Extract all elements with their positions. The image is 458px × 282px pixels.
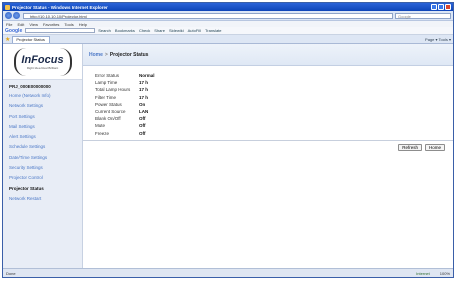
status-value: 17 h: [139, 80, 149, 86]
status-label: Lamp Time: [95, 80, 118, 86]
brand-tagline: Right Idea Real Brilliant: [26, 65, 59, 70]
logo-area: InFocus Right Idea Real Brilliant: [3, 44, 82, 80]
sidebar-item-projector-control[interactable]: Projector Control: [9, 173, 82, 183]
sidebar-item-port-settings[interactable]: Port Settings: [9, 112, 82, 122]
favorites-star-icon[interactable]: ★: [5, 36, 10, 43]
url-input[interactable]: http://10.10.10.10/Projector.html: [23, 12, 393, 19]
sidebar-item-home[interactable]: Home (Network Info): [9, 91, 82, 101]
security-zone: Internet: [416, 270, 430, 276]
toolbar-item-sidewiki[interactable]: Sidewiki: [169, 28, 184, 33]
status-label: Error Status: [95, 73, 120, 79]
back-icon[interactable]: [5, 12, 12, 19]
sidebar-item-alert-settings[interactable]: Alert Settings: [9, 132, 82, 142]
table-row: Freeze Off: [95, 130, 155, 137]
search-input[interactable]: Google: [395, 12, 451, 19]
minimize-button[interactable]: [431, 4, 437, 10]
divider: [83, 140, 453, 141]
zoom-level[interactable]: 100%: [440, 271, 450, 276]
sidebar-item-schedule-settings[interactable]: Schedule Settings: [9, 142, 82, 152]
toolbar-item-share[interactable]: Share: [154, 28, 165, 33]
status-label: Freeze: [95, 130, 110, 136]
forward-icon[interactable]: [13, 12, 20, 19]
table-row: Blank On/Off Off: [95, 115, 155, 122]
status-value: LAN: [139, 109, 149, 115]
toolbar-item-bookmarks[interactable]: Bookmarks: [115, 28, 135, 33]
sidebar-item-security-settings[interactable]: Security Settings: [9, 163, 82, 173]
page-title: Projector Status: [109, 51, 149, 58]
page-tools-menu[interactable]: Page ▾ Tools ▾: [425, 37, 451, 42]
status-table: Error Status Normal Lamp Time 17 h Total L…: [95, 72, 155, 137]
menu-help[interactable]: Help: [79, 22, 87, 27]
menu-tools[interactable]: Tools: [64, 22, 73, 27]
sidebar-item-network-restart[interactable]: Network Restart: [9, 194, 82, 204]
sidebar-item-network-settings[interactable]: Network Settings: [9, 101, 82, 111]
close-button[interactable]: [445, 4, 451, 10]
sidebar-item-mail-settings[interactable]: Mail Settings: [9, 122, 82, 132]
toolbar-item-translate[interactable]: Translate: [205, 28, 222, 33]
table-row: Total Lamp Hours 17 h: [95, 86, 155, 93]
refresh-button[interactable]: Refresh: [398, 144, 422, 151]
page-content: InFocus Right Idea Real Brilliant PRJ_00…: [3, 44, 453, 270]
address-bar: http://10.10.10.10/Projector.html Google: [3, 11, 453, 21]
status-value: On: [139, 101, 146, 107]
status-value: Off: [139, 130, 146, 136]
status-text: Done: [6, 270, 16, 276]
infocus-logo: InFocus Right Idea Real Brilliant: [13, 47, 72, 76]
table-row: Lamp Time 17 h: [95, 79, 155, 86]
google-toolbar: Google Search Bookmarks Check Share Side…: [3, 27, 453, 35]
home-button[interactable]: Home: [424, 144, 445, 151]
breadcrumb-separator: >: [104, 51, 108, 58]
status-label: Filter Time: [95, 94, 117, 100]
action-buttons: Refresh Home: [395, 144, 445, 151]
toolbar-item-autofill[interactable]: AutoFill: [188, 28, 201, 33]
sidebar: InFocus Right Idea Real Brilliant PRJ_00…: [3, 44, 83, 270]
menu-view[interactable]: View: [29, 22, 38, 27]
breadcrumb: Home > Projector Status: [83, 44, 453, 66]
title-bar: Projector Status - Windows Internet Expl…: [3, 3, 453, 11]
tab-bar: ★ Projector Status Page ▾ Tools ▾: [3, 35, 453, 44]
menu-edit[interactable]: Edit: [17, 22, 24, 27]
device-id: PRJ_000E00000000: [9, 84, 51, 89]
table-row: Filter Time 17 h: [95, 94, 155, 101]
google-search-input[interactable]: [25, 28, 96, 33]
breadcrumb-home-link[interactable]: Home: [89, 52, 103, 58]
ie-icon: [5, 4, 10, 10]
table-row: Error Status Normal: [95, 72, 155, 79]
menu-file[interactable]: File: [6, 22, 12, 27]
sidebar-item-datetime-settings[interactable]: Date/Time Settings: [9, 153, 82, 163]
menu-favorites[interactable]: Favorites: [43, 22, 59, 27]
status-label: Mute: [95, 123, 106, 129]
status-value: Normal: [139, 73, 155, 79]
table-row: Current Source LAN: [95, 108, 155, 115]
status-value: Off: [139, 123, 146, 129]
brand-name: InFocus: [21, 53, 64, 66]
toolbar-item-check[interactable]: Check: [139, 28, 150, 33]
tab-projector-status[interactable]: Projector Status: [12, 35, 51, 43]
maximize-button[interactable]: [438, 4, 444, 10]
status-value: Off: [139, 116, 146, 122]
window-title: Projector Status - Windows Internet Expl…: [12, 4, 108, 10]
google-logo: Google: [5, 27, 23, 34]
status-value: 17 h: [139, 94, 149, 100]
status-label: Blank On/Off: [95, 116, 121, 122]
status-value: 17 h: [139, 87, 149, 93]
sidebar-nav: Home (Network Info) Network Settings Por…: [3, 91, 82, 204]
browser-window: Projector Status - Windows Internet Expl…: [2, 2, 454, 278]
status-label: Power Status: [95, 101, 122, 107]
status-label: Current Source: [95, 109, 126, 115]
status-bar: Done Internet 100%: [3, 268, 453, 277]
table-row: Mute Off: [95, 122, 155, 129]
sidebar-item-projector-status[interactable]: Projector Status: [9, 184, 82, 194]
status-label: Total Lamp Hours: [95, 87, 131, 93]
toolbar-item-search[interactable]: Search: [98, 28, 111, 33]
table-row: Power Status On: [95, 101, 155, 108]
main-content: Home > Projector Status Error Status Norm…: [83, 44, 453, 270]
